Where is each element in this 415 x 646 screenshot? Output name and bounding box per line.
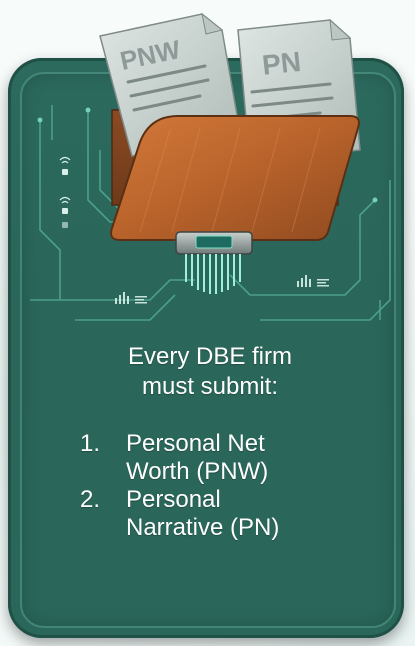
list-number: 2. [80, 486, 101, 513]
list-text: Personal Narrative (PN) [126, 486, 360, 542]
connector-chip-icon [175, 231, 253, 294]
card-text: Every DBE firm must submit: 1. Personal … [60, 342, 360, 542]
heading-line-2: must submit: [141, 373, 279, 400]
folder-icon [110, 115, 360, 241]
requirements-list: 1. Personal Net Worth (PNW) 2. Personal … [60, 430, 360, 542]
list-text-line: Narrative (PN) [126, 514, 280, 541]
heading: Every DBE firm must submit: [60, 342, 360, 402]
list-text: Personal Net Worth (PNW) [126, 430, 360, 486]
list-item: 2. Personal Narrative (PN) [60, 486, 360, 542]
pn-label: PN [261, 46, 303, 81]
documents-folder-illustration: PNW PN [99, 12, 361, 294]
illustration-card: PNW PN Every DBE firm must submit: 1. Pe… [0, 0, 415, 646]
heading-line-1: Every DBE firm [127, 343, 292, 370]
list-text-line: Personal Net [126, 430, 265, 457]
list-text-line: Personal [126, 486, 221, 513]
list-number: 1. [80, 430, 101, 457]
list-item: 1. Personal Net Worth (PNW) [60, 430, 360, 486]
list-text-line: Worth (PNW) [126, 458, 269, 485]
